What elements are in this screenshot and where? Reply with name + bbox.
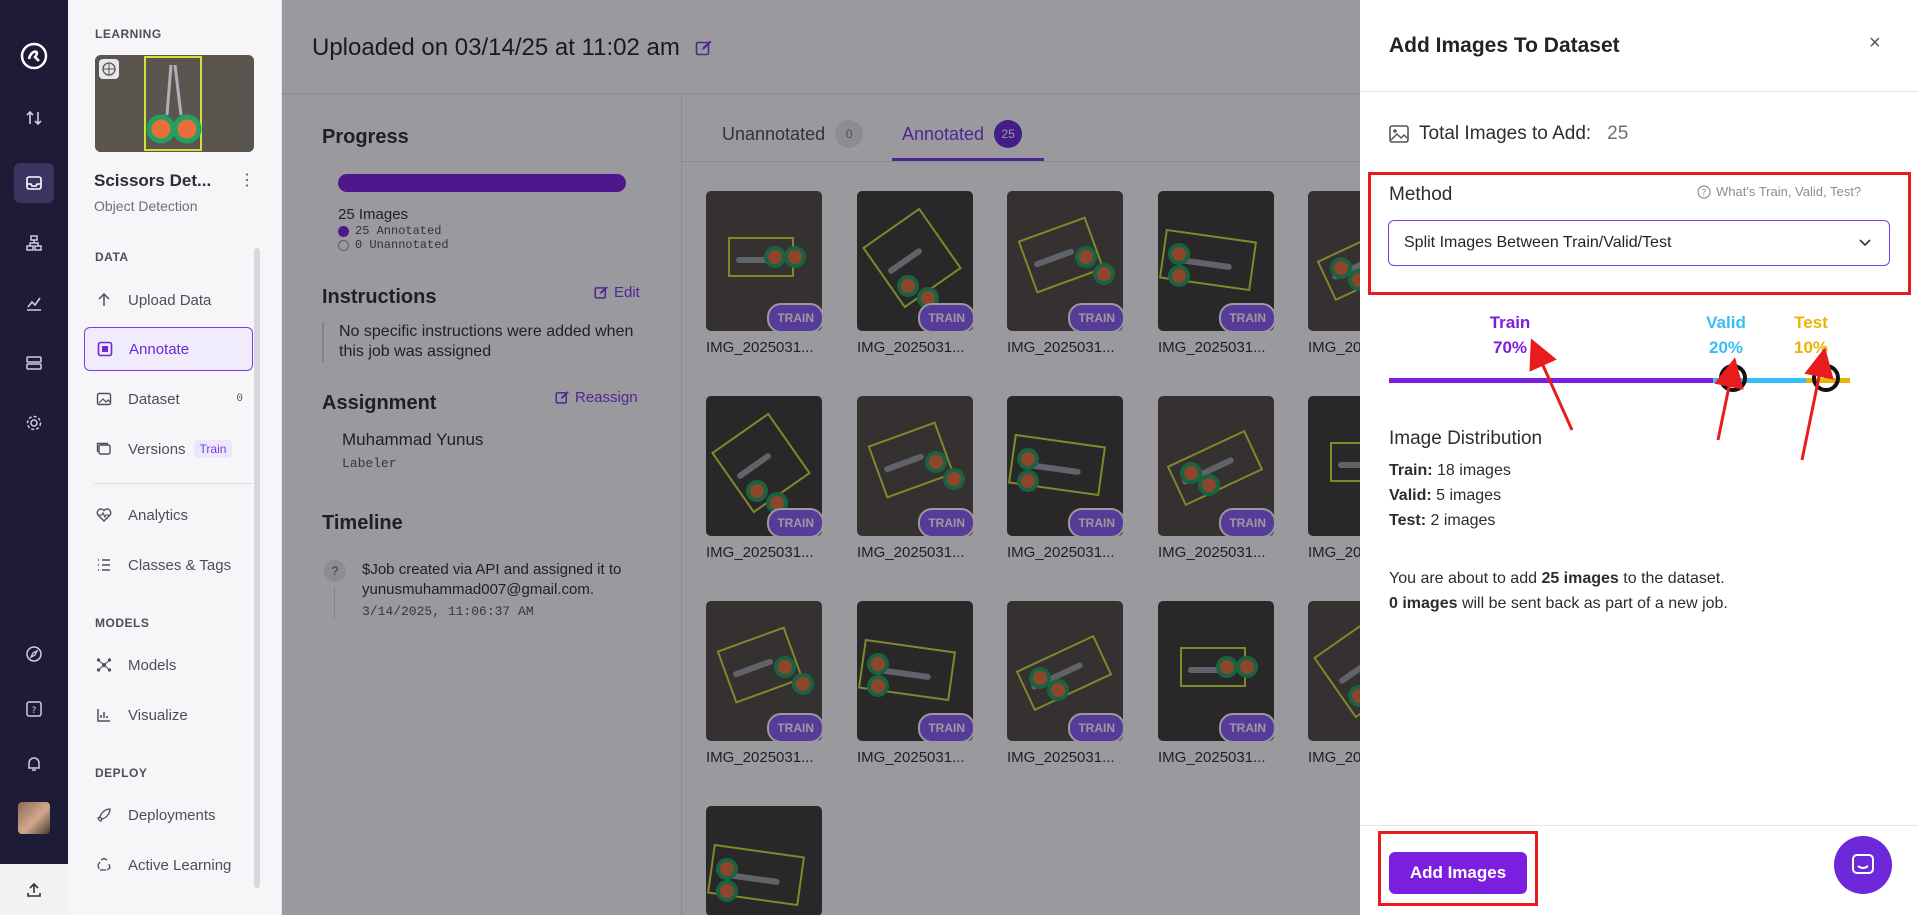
chart-icon[interactable] bbox=[14, 283, 54, 323]
versions-train-tag: Train bbox=[193, 440, 233, 458]
sidebar-item-label: Dataset bbox=[128, 390, 180, 408]
sidebar-item-models[interactable]: Models bbox=[84, 643, 253, 687]
user-avatar[interactable] bbox=[18, 802, 50, 834]
image-icon bbox=[1389, 125, 1409, 143]
project-thumbnail[interactable] bbox=[95, 55, 254, 152]
sidebar-item-active-learning[interactable]: Active Learning bbox=[84, 843, 253, 887]
rocket-icon bbox=[96, 807, 118, 823]
storage-icon[interactable] bbox=[14, 343, 54, 383]
bell-icon[interactable] bbox=[14, 744, 54, 784]
sidebar-item-visualize[interactable]: Visualize bbox=[84, 693, 253, 737]
distribution-test: Test: 2 images bbox=[1389, 512, 1495, 530]
sidebar-item-label: Classes & Tags bbox=[128, 556, 232, 574]
sidebar-item-label: Annotate bbox=[129, 340, 190, 358]
test-value: 2 images bbox=[1430, 512, 1496, 529]
deploy-section-title: DEPLOY bbox=[95, 766, 148, 780]
valid-key: Valid: bbox=[1389, 487, 1432, 504]
logo-icon[interactable] bbox=[14, 36, 54, 76]
sidebar-item-label: Visualize bbox=[128, 706, 188, 724]
bar-chart-icon bbox=[96, 707, 118, 723]
list-icon bbox=[96, 557, 118, 573]
chat-support-button[interactable] bbox=[1834, 836, 1892, 894]
sent-back-count: 0 images bbox=[1389, 595, 1458, 612]
distribution-title: Image Distribution bbox=[1389, 428, 1543, 449]
data-section-title: DATA bbox=[95, 250, 129, 264]
total-label: Total Images to Add: bbox=[1419, 123, 1592, 144]
inbox-icon[interactable] bbox=[14, 163, 54, 203]
models-section-title: MODELS bbox=[95, 616, 150, 630]
drawer-title: Add Images To Dataset bbox=[1389, 34, 1620, 57]
sidebar-divider bbox=[94, 483, 252, 484]
annotate-icon bbox=[97, 341, 119, 357]
svg-text:?: ? bbox=[32, 706, 37, 716]
summary-count: 25 images bbox=[1541, 570, 1619, 587]
total-value: 25 bbox=[1607, 123, 1629, 144]
add-images-drawer: Add Images To Dataset × Total Images to … bbox=[1360, 0, 1918, 915]
sidebar-item-label: Upload Data bbox=[128, 291, 212, 309]
sidebar-scrollbar[interactable] bbox=[254, 248, 260, 888]
sidebar-item-label: Deployments bbox=[128, 806, 216, 824]
dataset-count-badge: 0 bbox=[236, 393, 243, 405]
button-highlight-box bbox=[1378, 831, 1538, 906]
distribution-train: Train: 18 images bbox=[1389, 462, 1511, 480]
sidebar-item-label: Models bbox=[128, 656, 177, 674]
test-percent: 10% bbox=[1793, 338, 1829, 357]
learning-section-title: LEARNING bbox=[95, 27, 162, 41]
project-type: Object Detection bbox=[94, 198, 198, 214]
sidebar-item-label: Active Learning bbox=[128, 856, 232, 874]
settings-icon[interactable] bbox=[14, 403, 54, 443]
train-percent: 70% bbox=[1492, 338, 1528, 357]
train-valid-slider-handle[interactable] bbox=[1719, 364, 1747, 392]
total-images: Total Images to Add: 25 bbox=[1389, 123, 1628, 145]
valid-test-slider-handle[interactable] bbox=[1812, 364, 1840, 392]
versions-icon bbox=[96, 441, 118, 457]
method-highlight-box bbox=[1368, 172, 1911, 295]
summary-part: to the dataset. bbox=[1623, 570, 1725, 587]
train-label: Train bbox=[1489, 313, 1531, 332]
icon-rail: ? bbox=[0, 0, 68, 915]
test-label: Test bbox=[1794, 313, 1828, 332]
help-icon[interactable]: ? bbox=[14, 689, 54, 729]
recycle-icon bbox=[96, 857, 118, 873]
sort-icon[interactable] bbox=[14, 98, 54, 138]
image-icon bbox=[96, 391, 118, 407]
upload-arrow-icon bbox=[96, 292, 118, 308]
summary-part: You are about to add bbox=[1389, 570, 1537, 587]
train-split-bar bbox=[1389, 378, 1713, 383]
upload-icon[interactable] bbox=[0, 864, 68, 915]
network-icon bbox=[96, 657, 118, 673]
sidebar-item-label: Analytics bbox=[128, 506, 189, 524]
sidebar-item-annotate[interactable]: Annotate bbox=[84, 327, 253, 371]
project-name: Scissors Det... bbox=[94, 171, 212, 190]
valid-value: 5 images bbox=[1436, 487, 1502, 504]
train-value: 18 images bbox=[1437, 462, 1511, 479]
valid-split-label: Valid 20% bbox=[1686, 310, 1766, 360]
compass-icon[interactable] bbox=[14, 634, 54, 674]
project-menu-icon[interactable]: ⋮ bbox=[239, 170, 255, 190]
train-key: Train: bbox=[1389, 462, 1433, 479]
distribution-valid: Valid: 5 images bbox=[1389, 487, 1501, 505]
sidebar-item-deployments[interactable]: Deployments bbox=[84, 793, 253, 837]
sidebar-item-versions[interactable]: Versions Train bbox=[84, 427, 253, 471]
close-icon[interactable]: × bbox=[1869, 32, 1881, 55]
workflow-icon[interactable] bbox=[14, 223, 54, 263]
chat-icon bbox=[1852, 854, 1874, 874]
sidebar-item-analytics[interactable]: Analytics bbox=[84, 493, 253, 537]
summary-text: You are about to add 25 images to the da… bbox=[1389, 566, 1728, 616]
sidebar-item-classes-tags[interactable]: Classes & Tags bbox=[84, 543, 253, 587]
valid-percent: 20% bbox=[1708, 338, 1744, 357]
sidebar-item-upload-data[interactable]: Upload Data bbox=[84, 278, 253, 322]
project-sidebar: LEARNING Scissors Det... ⋮ Object Detect… bbox=[68, 0, 282, 915]
valid-label: Valid bbox=[1706, 313, 1746, 332]
sent-back-text: will be sent back as part of a new job. bbox=[1461, 595, 1728, 612]
test-key: Test: bbox=[1389, 512, 1427, 529]
sidebar-item-dataset[interactable]: Dataset 0 bbox=[84, 377, 253, 421]
heart-pulse-icon bbox=[96, 507, 118, 523]
sidebar-item-label: Versions bbox=[128, 440, 186, 458]
drawer-header: Add Images To Dataset × bbox=[1360, 0, 1918, 92]
train-split-label: Train 70% bbox=[1470, 310, 1550, 360]
test-split-label: Test 10% bbox=[1771, 310, 1851, 360]
